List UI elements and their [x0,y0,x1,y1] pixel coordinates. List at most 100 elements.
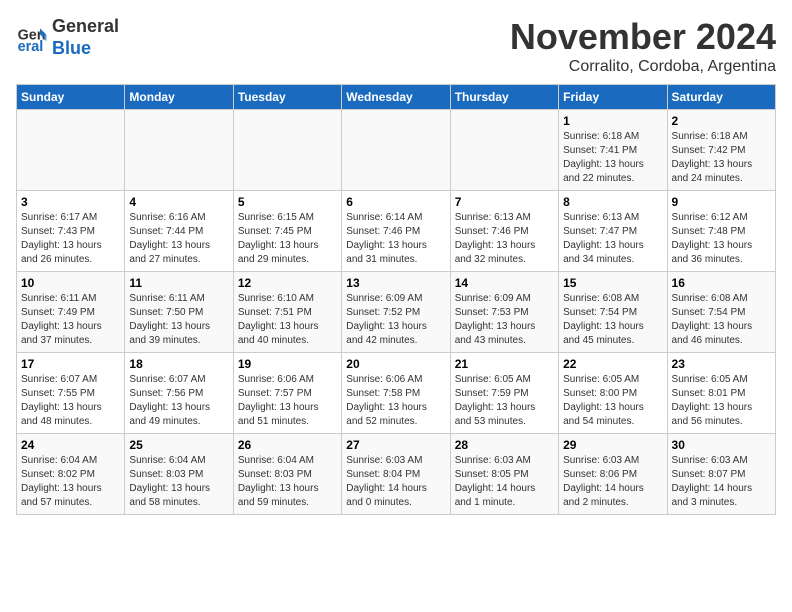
day-cell: 17 Sunrise: 6:07 AM Sunset: 7:55 PM Dayli… [17,353,125,434]
day-of-week-header: Wednesday [342,85,450,110]
day-number: 16 [672,276,771,290]
day-number: 1 [563,114,662,128]
day-of-week-header: Sunday [17,85,125,110]
day-info: Sunrise: 6:12 AM Sunset: 7:48 PM Dayligh… [672,211,771,267]
day-cell: 9Sunrise: 6:12 AM Sunset: 7:48 PM Daylig… [667,191,775,272]
day-cell: 20 Sunrise: 6:06 AM Sunset: 7:58 PM Dayli… [342,353,450,434]
day-number: 4 [129,195,228,209]
day-of-week-header: Monday [125,85,233,110]
day-number: 6 [346,195,445,209]
day-cell: 28 Sunrise: 6:03 AM Sunset: 8:05 PM Dayli… [450,434,558,515]
logo-icon: Gen eral [16,22,48,54]
day-number: 15 [563,276,662,290]
day-info: Sunrise: 6:07 AM Sunset: 7:56 PM Dayligh… [129,373,228,429]
day-cell: 11Sunrise: 6:11 AM Sunset: 7:50 PM Dayli… [125,272,233,353]
logo-text: General Blue [52,16,119,59]
day-info: Sunrise: 6:03 AM Sunset: 8:06 PM Dayligh… [563,454,662,510]
day-cell: 22 Sunrise: 6:05 AM Sunset: 8:00 PM Dayli… [559,353,667,434]
week-row: 3Sunrise: 6:17 AM Sunset: 7:43 PM Daylig… [17,191,776,272]
day-of-week-header: Tuesday [233,85,341,110]
day-cell: 6 Sunrise: 6:14 AM Sunset: 7:46 PM Daylig… [342,191,450,272]
day-number: 28 [455,438,554,452]
day-of-week-header: Friday [559,85,667,110]
day-number: 26 [238,438,337,452]
day-info: Sunrise: 6:06 AM Sunset: 7:57 PM Dayligh… [238,373,337,429]
day-cell [125,110,233,191]
day-info: Sunrise: 6:06 AM Sunset: 7:58 PM Dayligh… [346,373,445,429]
day-cell [17,110,125,191]
day-info: Sunrise: 6:14 AM Sunset: 7:46 PM Dayligh… [346,211,445,267]
day-number: 3 [21,195,120,209]
header-row: SundayMondayTuesdayWednesdayThursdayFrid… [17,85,776,110]
calendar-title: November 2024 [510,16,776,58]
day-cell: 5 Sunrise: 6:15 AM Sunset: 7:45 PM Daylig… [233,191,341,272]
header: Gen eral General Blue November 2024 Corr… [16,16,776,76]
day-number: 5 [238,195,337,209]
day-cell: 25Sunrise: 6:04 AM Sunset: 8:03 PM Dayli… [125,434,233,515]
day-info: Sunrise: 6:08 AM Sunset: 7:54 PM Dayligh… [563,292,662,348]
day-number: 20 [346,357,445,371]
day-number: 22 [563,357,662,371]
day-info: Sunrise: 6:07 AM Sunset: 7:55 PM Dayligh… [21,373,120,429]
day-cell [233,110,341,191]
day-info: Sunrise: 6:15 AM Sunset: 7:45 PM Dayligh… [238,211,337,267]
day-number: 10 [21,276,120,290]
day-number: 11 [129,276,228,290]
day-cell [342,110,450,191]
calendar-subtitle: Corralito, Cordoba, Argentina [510,58,776,76]
day-cell: 24Sunrise: 6:04 AM Sunset: 8:02 PM Dayli… [17,434,125,515]
day-number: 27 [346,438,445,452]
day-number: 8 [563,195,662,209]
day-number: 21 [455,357,554,371]
day-cell: 26 Sunrise: 6:04 AM Sunset: 8:03 PM Dayli… [233,434,341,515]
day-cell: 2 Sunrise: 6:18 AM Sunset: 7:42 PM Daylig… [667,110,775,191]
week-row: 24Sunrise: 6:04 AM Sunset: 8:02 PM Dayli… [17,434,776,515]
day-info: Sunrise: 6:04 AM Sunset: 8:03 PM Dayligh… [238,454,337,510]
day-number: 14 [455,276,554,290]
day-cell: 8Sunrise: 6:13 AM Sunset: 7:47 PM Daylig… [559,191,667,272]
day-number: 19 [238,357,337,371]
week-row: 1 Sunrise: 6:18 AM Sunset: 7:41 PM Daylig… [17,110,776,191]
day-info: Sunrise: 6:18 AM Sunset: 7:41 PM Dayligh… [563,130,662,186]
day-of-week-header: Thursday [450,85,558,110]
day-cell: 19 Sunrise: 6:06 AM Sunset: 7:57 PM Dayli… [233,353,341,434]
week-row: 17 Sunrise: 6:07 AM Sunset: 7:55 PM Dayli… [17,353,776,434]
day-info: Sunrise: 6:11 AM Sunset: 7:49 PM Dayligh… [21,292,120,348]
day-number: 23 [672,357,771,371]
day-info: Sunrise: 6:18 AM Sunset: 7:42 PM Dayligh… [672,130,771,186]
day-cell: 4Sunrise: 6:16 AM Sunset: 7:44 PM Daylig… [125,191,233,272]
day-number: 2 [672,114,771,128]
day-number: 18 [129,357,228,371]
day-cell [450,110,558,191]
day-info: Sunrise: 6:05 AM Sunset: 8:01 PM Dayligh… [672,373,771,429]
day-cell: 1 Sunrise: 6:18 AM Sunset: 7:41 PM Daylig… [559,110,667,191]
day-cell: 7 Sunrise: 6:13 AM Sunset: 7:46 PM Daylig… [450,191,558,272]
day-cell: 3Sunrise: 6:17 AM Sunset: 7:43 PM Daylig… [17,191,125,272]
day-info: Sunrise: 6:13 AM Sunset: 7:46 PM Dayligh… [455,211,554,267]
day-number: 13 [346,276,445,290]
title-section: November 2024 Corralito, Cordoba, Argent… [510,16,776,76]
day-cell: 15 Sunrise: 6:08 AM Sunset: 7:54 PM Dayli… [559,272,667,353]
logo: Gen eral General Blue [16,16,119,59]
day-cell: 29 Sunrise: 6:03 AM Sunset: 8:06 PM Dayli… [559,434,667,515]
day-number: 25 [129,438,228,452]
day-cell: 14 Sunrise: 6:09 AM Sunset: 7:53 PM Dayli… [450,272,558,353]
day-info: Sunrise: 6:05 AM Sunset: 7:59 PM Dayligh… [455,373,554,429]
day-cell: 10 Sunrise: 6:11 AM Sunset: 7:49 PM Dayli… [17,272,125,353]
day-cell: 13 Sunrise: 6:09 AM Sunset: 7:52 PM Dayli… [342,272,450,353]
day-cell: 23 Sunrise: 6:05 AM Sunset: 8:01 PM Dayli… [667,353,775,434]
day-cell: 21 Sunrise: 6:05 AM Sunset: 7:59 PM Dayli… [450,353,558,434]
day-number: 12 [238,276,337,290]
day-number: 7 [455,195,554,209]
day-info: Sunrise: 6:09 AM Sunset: 7:53 PM Dayligh… [455,292,554,348]
day-of-week-header: Saturday [667,85,775,110]
day-number: 29 [563,438,662,452]
svg-text:eral: eral [18,38,44,53]
day-info: Sunrise: 6:03 AM Sunset: 8:05 PM Dayligh… [455,454,554,510]
day-info: Sunrise: 6:09 AM Sunset: 7:52 PM Dayligh… [346,292,445,348]
day-info: Sunrise: 6:03 AM Sunset: 8:04 PM Dayligh… [346,454,445,510]
day-cell: 18 Sunrise: 6:07 AM Sunset: 7:56 PM Dayli… [125,353,233,434]
day-info: Sunrise: 6:04 AM Sunset: 8:02 PM Dayligh… [21,454,120,510]
day-info: Sunrise: 6:05 AM Sunset: 8:00 PM Dayligh… [563,373,662,429]
day-number: 17 [21,357,120,371]
